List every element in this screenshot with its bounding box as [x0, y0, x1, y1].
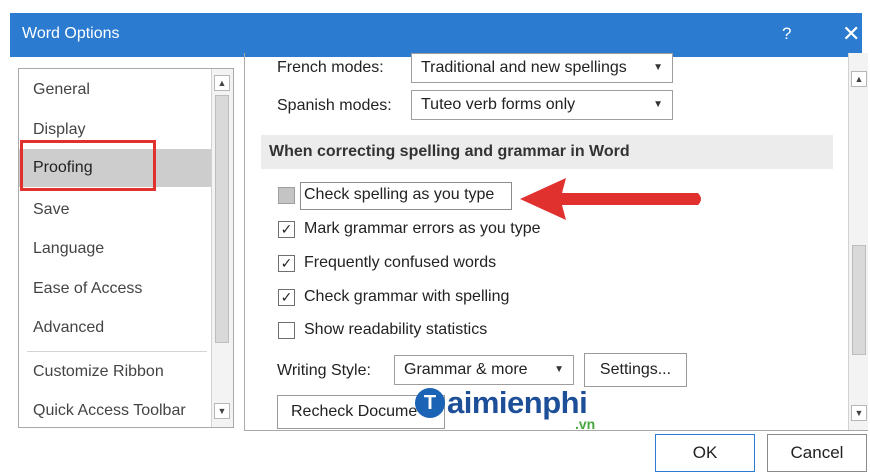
- french-modes-select[interactable]: Traditional and new spellings ▼: [411, 53, 673, 83]
- spanish-modes-select[interactable]: Tuteo verb forms only ▼: [411, 90, 673, 120]
- writing-style-label: Writing Style:: [277, 362, 371, 379]
- french-modes-value: Traditional and new spellings: [421, 59, 627, 76]
- confused-words-checkbox[interactable]: ✓: [278, 255, 295, 272]
- ok-button[interactable]: OK: [655, 434, 755, 472]
- title-bar: Word Options ? ✕: [10, 13, 862, 57]
- scroll-down-icon[interactable]: ▼: [214, 403, 230, 419]
- check-spelling-checkbox[interactable]: [278, 187, 295, 204]
- red-arrow-annotation: [520, 178, 701, 220]
- chevron-down-icon: ▼: [653, 99, 663, 110]
- sidebar-scrollbar[interactable]: ▲ ▼: [211, 69, 233, 427]
- settings-button[interactable]: Settings...: [584, 353, 687, 387]
- check-grammar-checkbox[interactable]: ✓: [278, 289, 295, 306]
- sidebar-item-general[interactable]: General: [19, 71, 211, 109]
- watermark-brand: aimienphi: [447, 385, 588, 420]
- readability-checkbox[interactable]: [278, 322, 295, 339]
- spanish-modes-value: Tuteo verb forms only: [421, 96, 576, 113]
- scroll-down-icon[interactable]: ▼: [851, 405, 867, 421]
- watermark-circle-logo: T: [415, 388, 445, 418]
- scroll-up-icon[interactable]: ▲: [214, 75, 230, 91]
- sidebar-item-ease-of-access[interactable]: Ease of Access: [19, 270, 211, 308]
- sidebar-scroll-thumb[interactable]: [215, 95, 229, 343]
- proofing-highlight-box: [20, 140, 156, 191]
- sidebar-item-language[interactable]: Language: [19, 230, 211, 268]
- confused-words-label[interactable]: Frequently confused words: [304, 254, 496, 272]
- window-title: Word Options: [22, 25, 120, 42]
- sidebar-item-customize-ribbon[interactable]: Customize Ribbon: [19, 353, 211, 391]
- check-spelling-label[interactable]: Check spelling as you type: [304, 186, 494, 204]
- proofing-panel: French modes: Traditional and new spelli…: [244, 53, 868, 431]
- content-scrollbar[interactable]: ▲ ▼: [848, 53, 868, 430]
- check-grammar-label[interactable]: Check grammar with spelling: [304, 288, 509, 306]
- sidebar-item-save[interactable]: Save: [19, 191, 211, 229]
- watermark-tld: .vn: [575, 416, 596, 432]
- checkmark-icon: ✓: [280, 255, 293, 271]
- content-scroll-thumb[interactable]: [852, 245, 866, 355]
- watermark-logo: T aimienphi .vn: [415, 385, 625, 435]
- mark-grammar-label[interactable]: Mark grammar errors as you type: [304, 220, 541, 238]
- checkmark-icon: ✓: [280, 221, 293, 237]
- cancel-button[interactable]: Cancel: [767, 434, 867, 472]
- writing-style-select[interactable]: Grammar & more ▼: [394, 355, 574, 385]
- options-sidebar: General Display Proofing Save Language E…: [18, 68, 234, 428]
- section-heading: When correcting spelling and grammar in …: [261, 135, 833, 169]
- checkmark-icon: ✓: [280, 289, 293, 305]
- chevron-down-icon: ▼: [554, 364, 564, 375]
- spanish-modes-label: Spanish modes:: [277, 97, 392, 114]
- close-icon[interactable]: ✕: [842, 21, 860, 47]
- french-modes-label: French modes:: [277, 59, 384, 76]
- chevron-down-icon: ▼: [653, 62, 663, 73]
- sidebar-divider: [27, 351, 207, 352]
- sidebar-item-advanced[interactable]: Advanced: [19, 309, 211, 347]
- writing-style-value: Grammar & more: [404, 361, 528, 378]
- sidebar-item-quick-access-toolbar[interactable]: Quick Access Toolbar: [19, 392, 211, 427]
- readability-label[interactable]: Show readability statistics: [304, 321, 487, 339]
- mark-grammar-checkbox[interactable]: ✓: [278, 221, 295, 238]
- help-icon[interactable]: ?: [782, 24, 791, 44]
- scroll-up-icon[interactable]: ▲: [851, 71, 867, 87]
